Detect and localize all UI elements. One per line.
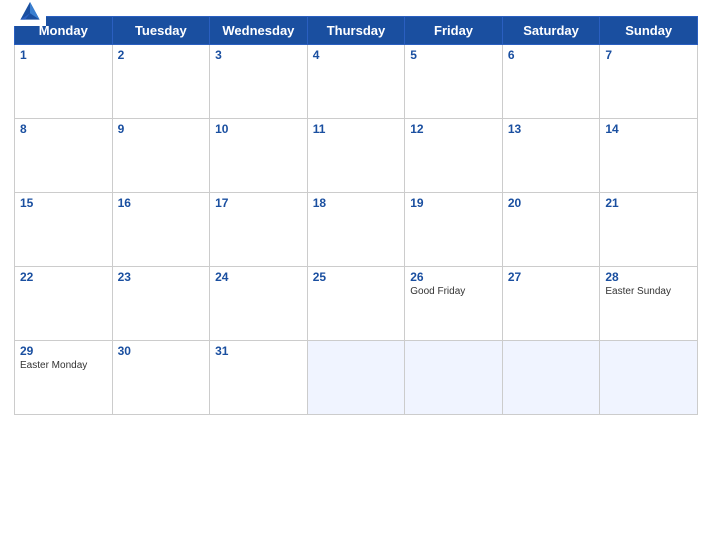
cell-date-number: 2 [118,48,205,62]
calendar-cell: 4 [307,45,405,119]
calendar-cell: 15 [15,193,113,267]
cell-date-number: 30 [118,344,205,358]
calendar-cell [502,341,600,415]
cell-date-number: 14 [605,122,692,136]
calendar-week-row: 15 16 17 18 19 20 21 [15,193,698,267]
calendar-week-row: 1234567 [15,45,698,119]
calendar-cell [307,341,405,415]
weekday-header-row: MondayTuesdayWednesdayThursdayFridaySatu… [15,17,698,45]
calendar-cell: 12 [405,119,503,193]
cell-date-number: 19 [410,196,497,210]
cell-date-number: 7 [605,48,692,62]
weekday-header-thursday: Thursday [307,17,405,45]
logo-area [14,0,50,26]
cell-date-number: 17 [215,196,302,210]
cell-date-number: 25 [313,270,400,284]
cell-date-number: 28 [605,270,692,284]
cell-date-number: 27 [508,270,595,284]
calendar-cell: 20 [502,193,600,267]
cell-date-number: 22 [20,270,107,284]
cell-date-number: 15 [20,196,107,210]
calendar-cell: 21 [600,193,698,267]
calendar-cell: 23 [112,267,210,341]
weekday-header-wednesday: Wednesday [210,17,308,45]
cell-holiday-label: Good Friday [410,286,497,297]
calendar-cell: 7 [600,45,698,119]
calendar-week-row: 89 10 11 12 13 14 [15,119,698,193]
calendar-cell: 19 [405,193,503,267]
calendar-cell: 27 [502,267,600,341]
cell-date-number: 29 [20,344,107,358]
calendar-cell: 3 [210,45,308,119]
calendar-cell: 11 [307,119,405,193]
calendar-cell [405,341,503,415]
calendar-cell [600,341,698,415]
calendar-cell: 26 Good Friday [405,267,503,341]
calendar-table: MondayTuesdayWednesdayThursdayFridaySatu… [14,16,698,415]
calendar-cell: 16 [112,193,210,267]
cell-date-number: 16 [118,196,205,210]
calendar-cell: 1 [15,45,113,119]
cell-date-number: 11 [313,122,400,136]
calendar-cell: 13 [502,119,600,193]
calendar-cell: 14 [600,119,698,193]
cell-date-number: 31 [215,344,302,358]
cell-date-number: 4 [313,48,400,62]
calendar-cell: 10 [210,119,308,193]
calendar-cell: 28 Easter Sunday [600,267,698,341]
calendar-cell: 8 [15,119,113,193]
calendar-cell: 6 [502,45,600,119]
weekday-header-sunday: Sunday [600,17,698,45]
calendar-thead: MondayTuesdayWednesdayThursdayFridaySatu… [15,17,698,45]
weekday-header-friday: Friday [405,17,503,45]
cell-date-number: 26 [410,270,497,284]
cell-date-number: 6 [508,48,595,62]
cell-date-number: 18 [313,196,400,210]
cell-date-number: 5 [410,48,497,62]
weekday-header-saturday: Saturday [502,17,600,45]
calendar-week-row: 22 23 24 25 26 Good Friday 27 28 Easter Sunday [15,267,698,341]
cell-date-number: 3 [215,48,302,62]
calendar-cell: 25 [307,267,405,341]
cell-date-number: 24 [215,270,302,284]
cell-date-number: 21 [605,196,692,210]
cell-date-number: 9 [118,122,205,136]
calendar-body: 1234567891011121314151617181920212223242… [15,45,698,415]
calendar-cell: 31 [210,341,308,415]
cell-date-number: 12 [410,122,497,136]
calendar-cell: 22 [15,267,113,341]
calendar-container: MondayTuesdayWednesdayThursdayFridaySatu… [0,0,712,550]
cell-date-number: 1 [20,48,107,62]
cell-holiday-label: Easter Monday [20,360,107,371]
generalblue-logo-icon [14,0,46,26]
calendar-cell: 24 [210,267,308,341]
cell-date-number: 23 [118,270,205,284]
calendar-cell: 17 [210,193,308,267]
cell-date-number: 8 [20,122,107,136]
calendar-week-row: 29 Easter Monday 30 31 [15,341,698,415]
weekday-header-tuesday: Tuesday [112,17,210,45]
cell-holiday-label: Easter Sunday [605,286,692,297]
calendar-cell: 29 Easter Monday [15,341,113,415]
calendar-cell: 5 [405,45,503,119]
calendar-cell: 30 [112,341,210,415]
cell-date-number: 10 [215,122,302,136]
cell-date-number: 20 [508,196,595,210]
calendar-cell: 18 [307,193,405,267]
cell-date-number: 13 [508,122,595,136]
calendar-cell: 9 [112,119,210,193]
calendar-cell: 2 [112,45,210,119]
